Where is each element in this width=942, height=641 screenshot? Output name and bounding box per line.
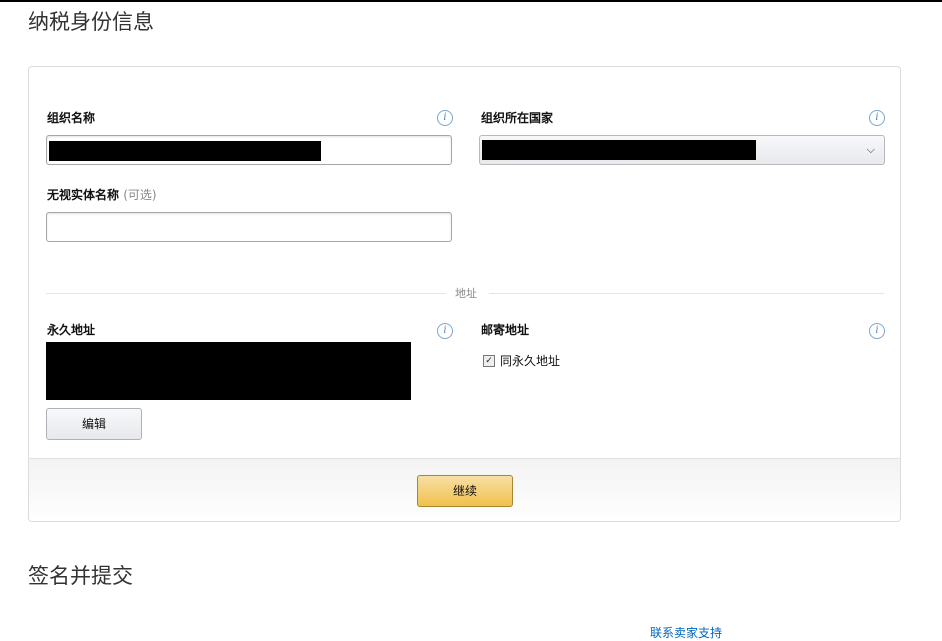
info-icon[interactable]: i bbox=[437, 323, 453, 339]
tax-identity-card: 组织名称 i 组织所在国家 i ⌵ 无视实体名称 (可选) 地址 永久地址 i … bbox=[28, 66, 901, 522]
top-border bbox=[0, 0, 942, 2]
info-icon[interactable]: i bbox=[437, 110, 453, 126]
continue-button[interactable]: 继续 bbox=[417, 475, 513, 507]
sign-submit-title: 签名并提交 bbox=[28, 564, 133, 588]
info-icon[interactable]: i bbox=[869, 110, 885, 126]
redacted-value bbox=[482, 140, 756, 160]
divider-right bbox=[489, 293, 884, 294]
same-as-permanent-checkbox[interactable]: ✓ bbox=[483, 355, 495, 367]
org-country-label: 组织所在国家 bbox=[481, 111, 554, 125]
permanent-address-label: 永久地址 bbox=[47, 323, 96, 337]
disregarded-entity-input[interactable] bbox=[46, 212, 452, 242]
card-footer: 继续 bbox=[29, 458, 900, 521]
org-name-label: 组织名称 bbox=[47, 111, 96, 125]
optional-tag: (可选) bbox=[123, 188, 157, 202]
info-icon[interactable]: i bbox=[869, 323, 885, 339]
chevron-down-icon: ⌵ bbox=[866, 143, 875, 156]
divider-left bbox=[46, 293, 446, 294]
same-as-permanent-label: 同永久地址 bbox=[500, 354, 561, 368]
address-divider-label: 地址 bbox=[451, 285, 481, 301]
contact-seller-support-link[interactable]: 联系卖家支持 bbox=[650, 624, 722, 641]
org-country-select[interactable]: ⌵ bbox=[479, 135, 885, 165]
redacted-value bbox=[49, 141, 321, 161]
page-title: 纳税身份信息 bbox=[28, 10, 154, 34]
mailing-address-label: 邮寄地址 bbox=[481, 323, 530, 337]
disregarded-entity-label: 无视实体名称 (可选) bbox=[47, 186, 157, 203]
edit-button[interactable]: 编辑 bbox=[46, 408, 142, 440]
org-name-input[interactable] bbox=[46, 135, 452, 165]
redacted-address bbox=[46, 342, 411, 400]
disregarded-entity-text: 无视实体名称 bbox=[47, 188, 120, 202]
